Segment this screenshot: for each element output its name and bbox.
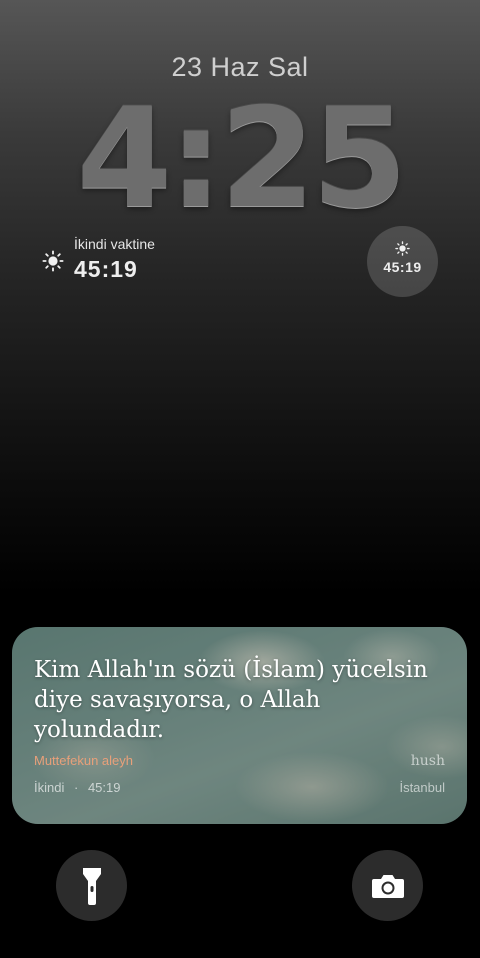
sun-icon [395, 241, 410, 256]
sun-icon [42, 250, 64, 272]
separator-dot: · [73, 780, 79, 795]
prayer-name: İkindi [34, 780, 65, 795]
flashlight-button[interactable] [56, 850, 127, 921]
app-brand: hush [410, 753, 445, 769]
city-label: İstanbul [399, 780, 445, 795]
quote-notification-card[interactable]: Kim Allah'ın sözü (İslam) yücelsin diye … [12, 627, 467, 824]
prayer-circle-value: 45:19 [383, 259, 422, 275]
camera-icon [371, 874, 404, 898]
flashlight-icon [82, 867, 101, 905]
prayer-countdown-value: 45:19 [74, 256, 138, 282]
card-countdown: 45:19 [87, 780, 121, 795]
clock-time: 4:25 [76, 78, 407, 239]
card-footer: İkindi · 45:19 [34, 780, 127, 795]
quote-source: Muttefekun aleyh [34, 753, 134, 768]
prayer-countdown-label: İkindi vaktine [74, 236, 155, 252]
camera-button[interactable] [352, 850, 423, 921]
prayer-circle-widget[interactable]: 45:19 [367, 226, 438, 297]
quote-text: Kim Allah'ın sözü (İslam) yücelsin diye … [34, 657, 428, 743]
